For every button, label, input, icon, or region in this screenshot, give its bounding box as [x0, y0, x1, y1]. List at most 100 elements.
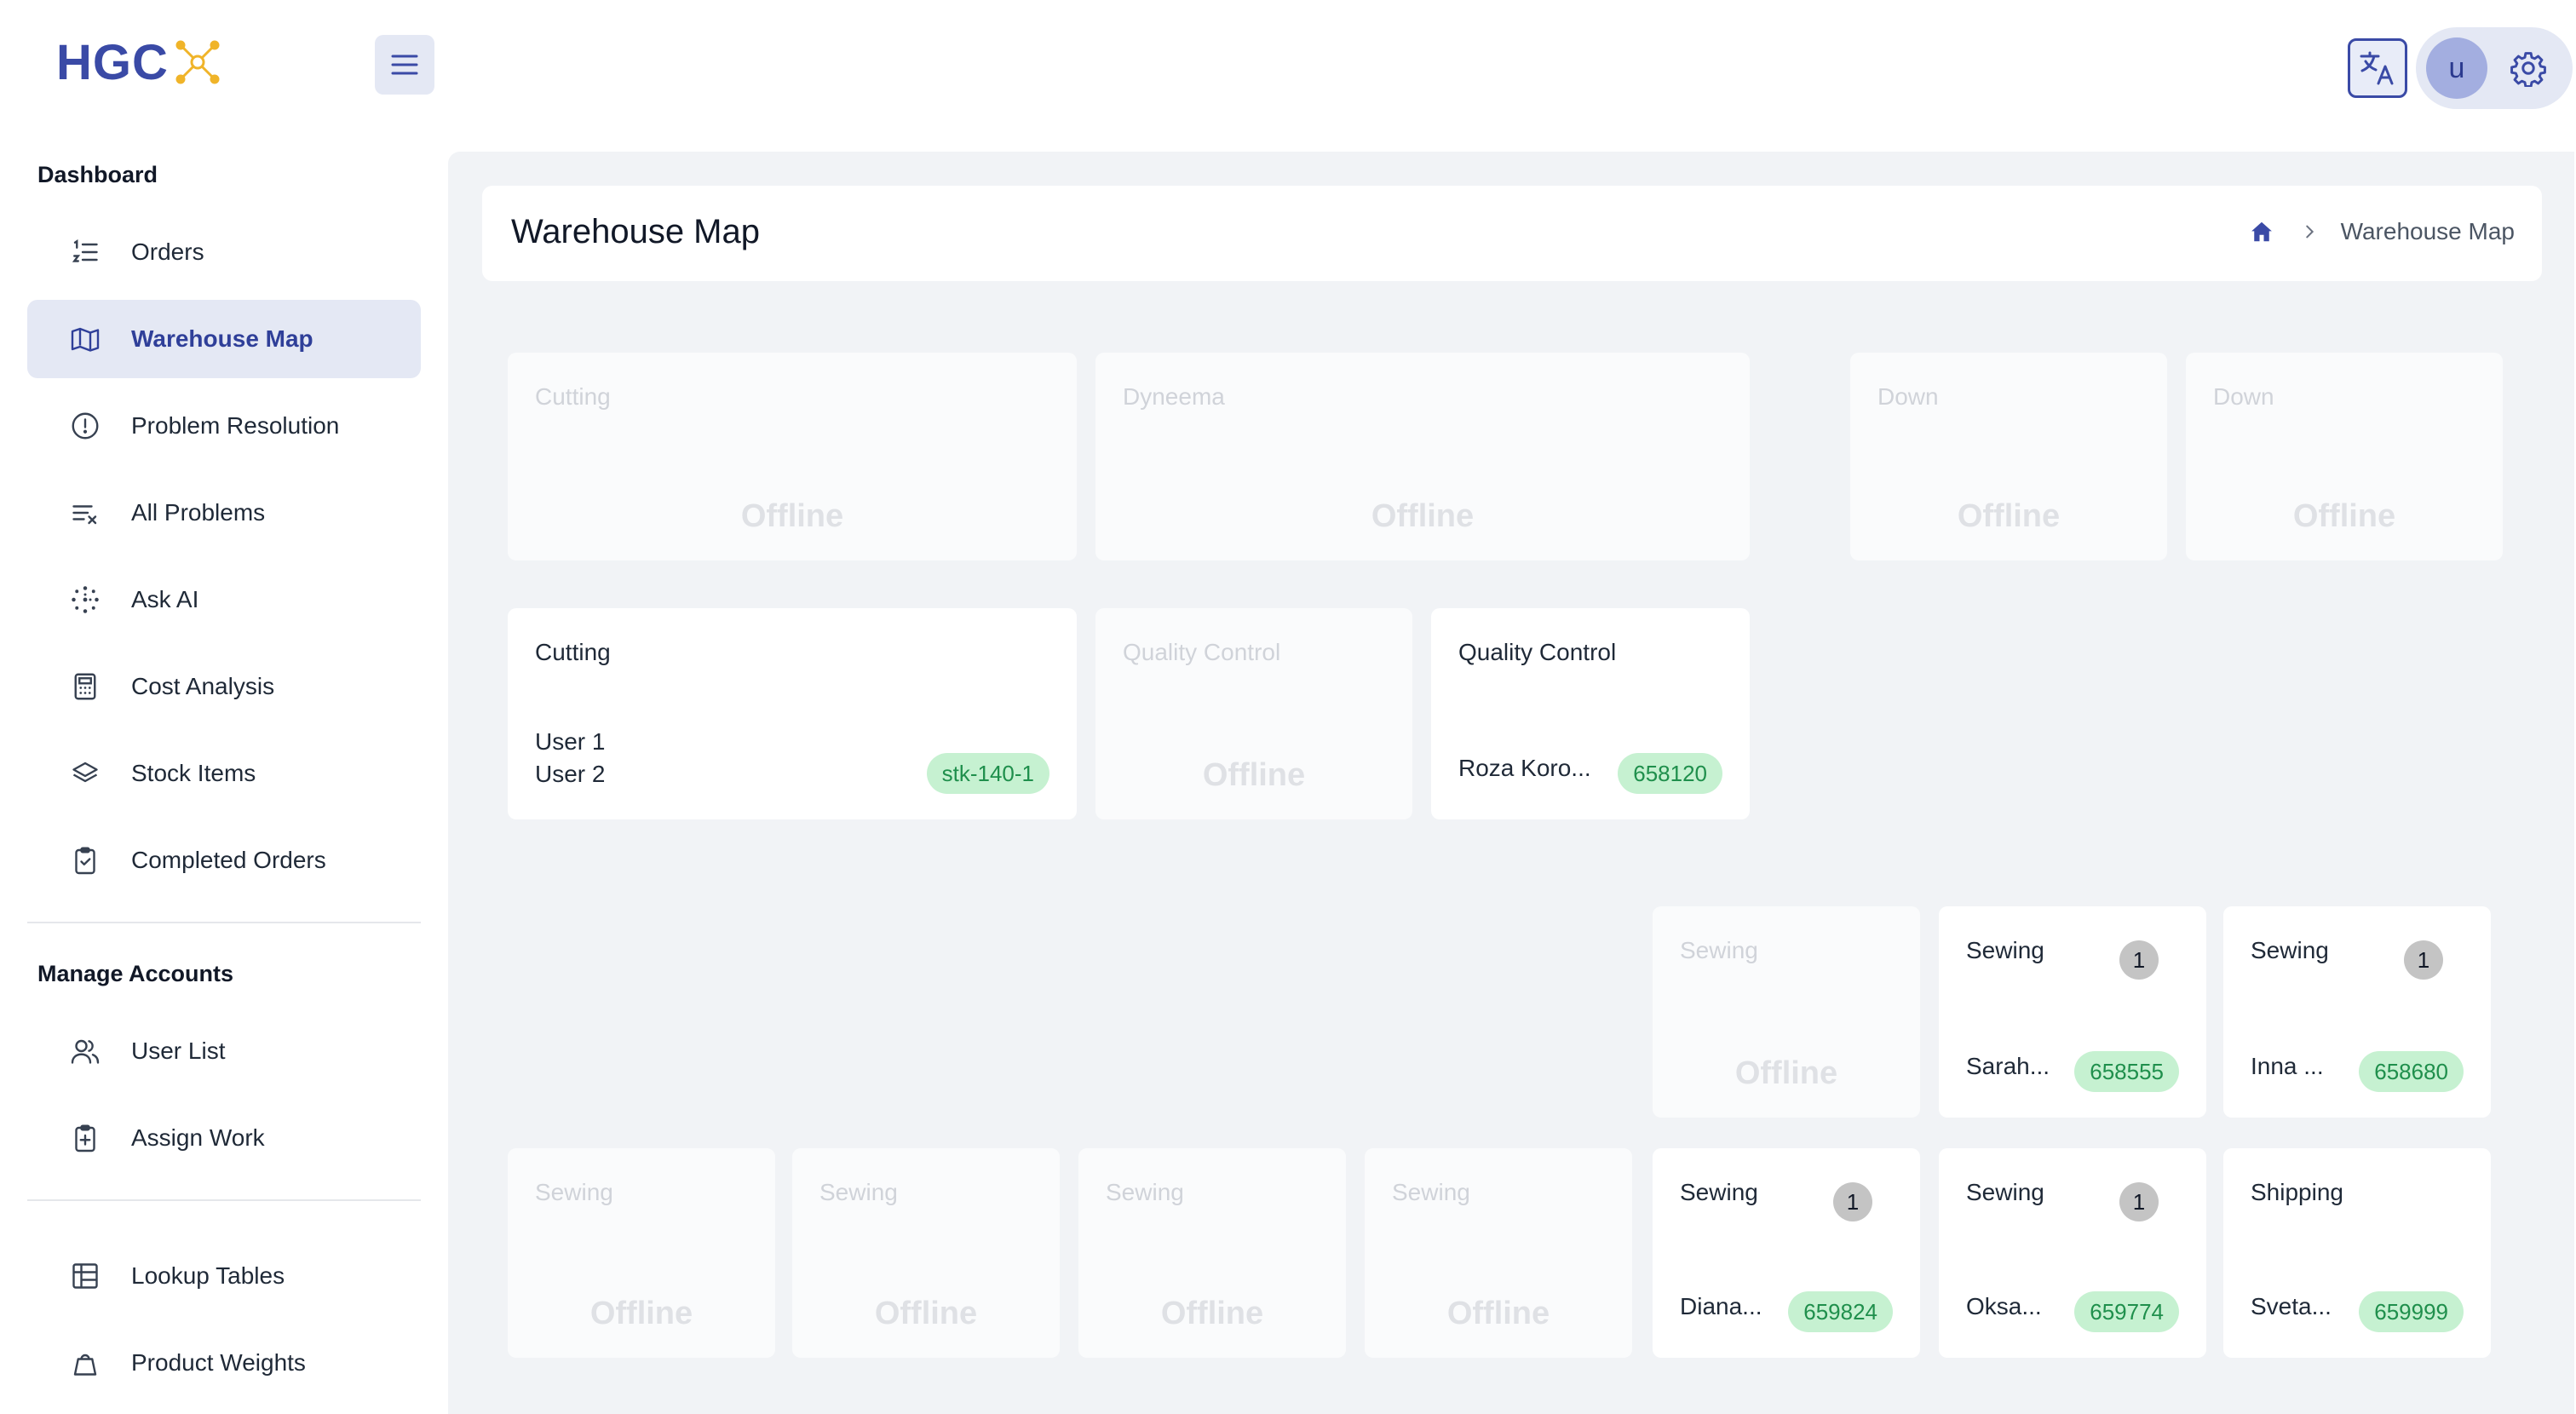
station-users: User 1 User 2 [535, 726, 605, 790]
station-name: Quality Control [1458, 639, 1617, 665]
page-header: Warehouse Map Warehouse Map [482, 186, 2542, 281]
station-name: Cutting [535, 383, 611, 410]
sidebar-item-label: Orders [131, 239, 204, 265]
station-card[interactable]: Sewing Offline [792, 1148, 1060, 1358]
station-name: Shipping [2251, 1179, 2343, 1205]
station-card[interactable]: Sewing 1 Sarah... 658555 [1939, 906, 2206, 1118]
station-name: Sewing [1106, 1179, 1184, 1205]
station-status: Offline [589, 1296, 693, 1331]
sidebar-item-assign-work[interactable]: Assign Work [27, 1099, 421, 1177]
users-icon [68, 1034, 102, 1068]
station-card[interactable]: Quality Control Roza Koro... 658120 [1431, 608, 1750, 819]
station-worker: Sarah... [1966, 1053, 2050, 1079]
station-name: Sewing [1680, 937, 1758, 963]
page-title: Warehouse Map [511, 213, 760, 250]
profile-menu[interactable]: u [2416, 27, 2573, 109]
station-user: User 1 [535, 728, 606, 755]
breadcrumb: Warehouse Map [2249, 218, 2515, 245]
translate-button[interactable] [2348, 38, 2407, 98]
section-title-dashboard: Dashboard [37, 162, 158, 187]
home-icon[interactable] [2249, 219, 2274, 244]
sidebar-item-all-problems[interactable]: All Problems [27, 474, 421, 552]
station-card[interactable]: Sewing 1 Inna ... 658680 [2223, 906, 2491, 1118]
station-card[interactable]: Sewing Offline [508, 1148, 775, 1358]
station-status: Offline [874, 1296, 978, 1331]
sidebar-item-label: Product Weights [131, 1349, 306, 1376]
sidebar-item-label: Completed Orders [131, 847, 326, 873]
station-name: Sewing [1680, 1179, 1758, 1205]
clipboard-plus-icon [68, 1121, 102, 1155]
station-name: Down [1877, 383, 1939, 410]
sidebar-item-problem-resolution[interactable]: Problem Resolution [27, 387, 421, 465]
queue-count-badge: 1 [1833, 1182, 1872, 1221]
order-tag[interactable]: 658555 [2074, 1051, 2179, 1092]
sidebar-item-warehouse-map[interactable]: Warehouse Map [27, 300, 421, 378]
station-card[interactable]: Cutting User 1 User 2 stk-140-1 [508, 608, 1077, 819]
station-card[interactable]: Sewing 1 Diana... 659824 [1653, 1148, 1920, 1358]
station-status: Offline [1734, 1055, 1838, 1091]
sidebar-divider [27, 922, 421, 923]
station-card[interactable]: Cutting Offline [508, 353, 1077, 560]
queue-count-badge: 1 [2404, 940, 2443, 980]
station-card[interactable]: Dyneema Offline [1095, 353, 1750, 560]
sidebar-item-stock-items[interactable]: Stock Items [27, 734, 421, 813]
station-name: Sewing [1966, 937, 2044, 963]
station-card[interactable]: Sewing Offline [1653, 906, 1920, 1118]
station-name: Cutting [535, 639, 611, 665]
sidebar-item-label: Cost Analysis [131, 673, 275, 699]
sidebar: Dashboard Orders Warehouse Map Problem R… [0, 145, 443, 1414]
gear-icon[interactable] [2510, 49, 2547, 87]
ordered-list-icon [68, 235, 102, 269]
station-card[interactable]: Sewing Offline [1365, 1148, 1632, 1358]
order-tag[interactable]: 658120 [1618, 753, 1722, 794]
order-tag[interactable]: 659824 [1788, 1291, 1893, 1332]
station-card[interactable]: Shipping Sveta... 659999 [2223, 1148, 2491, 1358]
sidebar-item-orders[interactable]: Orders [27, 213, 421, 291]
main-content: Warehouse Map Warehouse Map Cutting Offl… [448, 152, 2574, 1414]
station-status: Offline [740, 498, 844, 534]
sidebar-item-label: User List [131, 1038, 226, 1064]
sidebar-item-label: Assign Work [131, 1124, 265, 1151]
calculator-icon [68, 670, 102, 704]
queue-count-badge: 1 [2119, 940, 2159, 980]
station-name: Sewing [535, 1179, 613, 1205]
station-worker: Roza Koro... [1458, 755, 1591, 781]
sidebar-item-cost-analysis[interactable]: Cost Analysis [27, 647, 421, 726]
sidebar-divider [27, 1199, 421, 1201]
station-status: Offline [1160, 1296, 1264, 1331]
sidebar-item-ask-ai[interactable]: Ask AI [27, 560, 421, 639]
sidebar-item-user-list[interactable]: User List [27, 1012, 421, 1090]
header-actions: u [2348, 27, 2573, 109]
station-card[interactable]: Quality Control Offline [1095, 608, 1412, 819]
order-tag[interactable]: 659999 [2359, 1291, 2464, 1332]
alert-circle-icon [68, 409, 102, 443]
chevron-right-icon [2305, 225, 2314, 239]
avatar[interactable]: u [2426, 37, 2487, 99]
station-name: Sewing [1392, 1179, 1470, 1205]
order-tag[interactable]: 658680 [2359, 1051, 2464, 1092]
station-card[interactable]: Sewing Offline [1078, 1148, 1346, 1358]
order-tag[interactable]: stk-140-1 [926, 753, 1049, 794]
menu-toggle-button[interactable] [375, 35, 434, 95]
order-tag[interactable]: 659774 [2074, 1291, 2179, 1332]
sidebar-item-label: Lookup Tables [131, 1262, 285, 1289]
sidebar-item-lookup-tables[interactable]: Lookup Tables [27, 1237, 421, 1315]
station-name: Quality Control [1123, 639, 1281, 665]
station-name: Sewing [2251, 937, 2329, 963]
sidebar-item-product-weights[interactable]: Product Weights [27, 1324, 421, 1402]
station-worker: Oksa... [1966, 1293, 2042, 1319]
station-name: Sewing [1966, 1179, 2044, 1205]
hamburger-icon [391, 55, 418, 75]
logo[interactable]: HGC [56, 32, 225, 92]
translate-icon [2360, 51, 2394, 85]
station-card[interactable]: Down Offline [2186, 353, 2503, 560]
sidebar-item-completed-orders[interactable]: Completed Orders [27, 821, 421, 900]
logo-text: HGC [56, 34, 169, 90]
station-card[interactable]: Down Offline [1850, 353, 2167, 560]
station-status: Offline [2292, 498, 2396, 534]
sparkle-dots-icon [68, 583, 102, 617]
station-name: Sewing [819, 1179, 898, 1205]
station-card[interactable]: Sewing 1 Oksa... 659774 [1939, 1148, 2206, 1358]
section-title-manage-accounts: Manage Accounts [37, 961, 234, 986]
station-status: Offline [1446, 1296, 1550, 1331]
